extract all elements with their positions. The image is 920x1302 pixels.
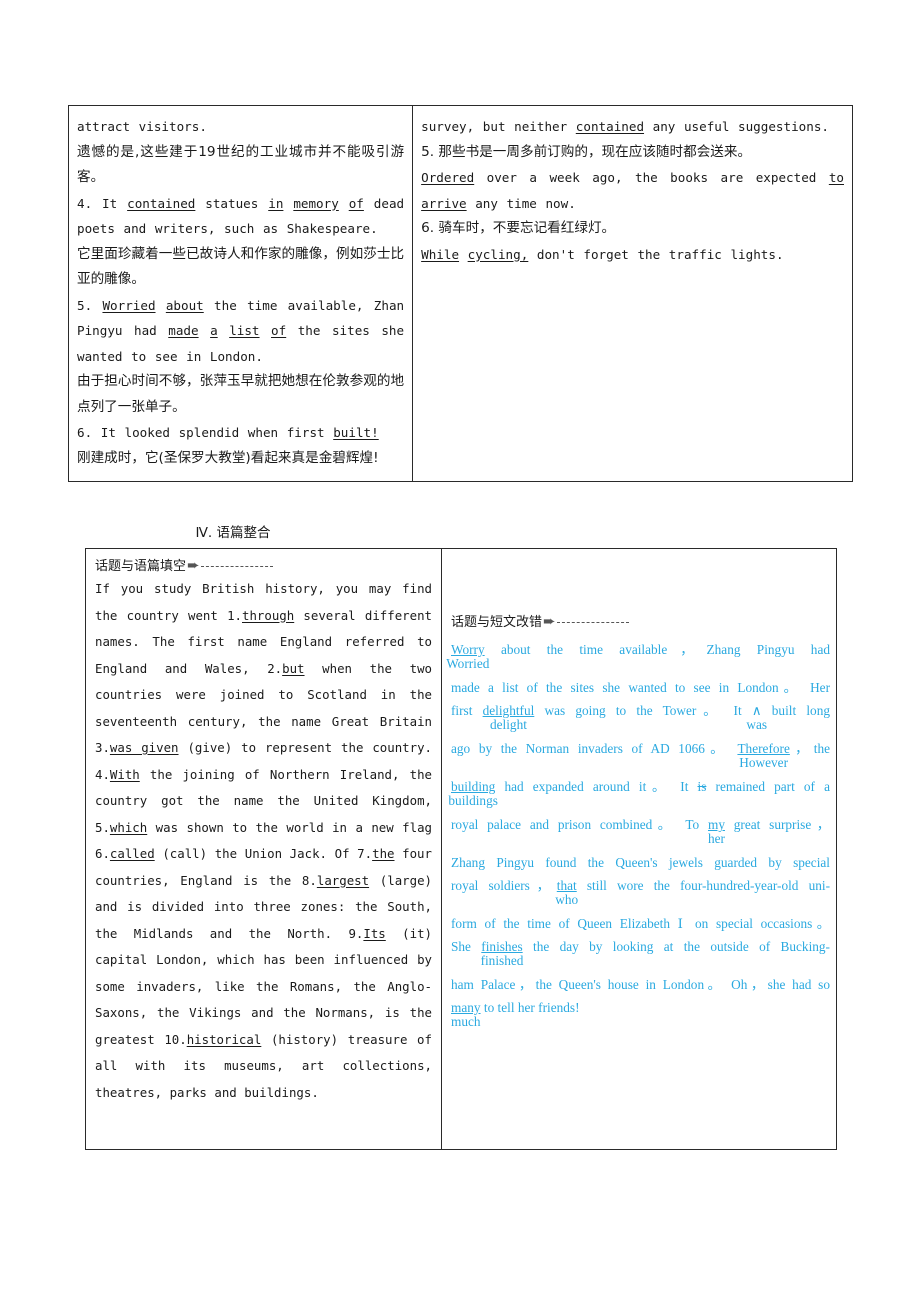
correction-text: first	[451, 703, 483, 718]
correction-mark: finishes finished	[481, 938, 524, 968]
answer-line-chinese: 6. 骑车时，不要忘记看红绿灯。	[421, 220, 616, 236]
answer-line-chinese: 刚建成时，它(圣保罗大教堂)看起来真是金碧辉煌!	[77, 449, 379, 466]
section-heading: Ⅳ. 语篇整合	[195, 525, 271, 541]
answer-line-chinese: 5. 那些书是一周多前订购的，现在应该随时都会送来。	[421, 143, 752, 160]
answer-line-chinese: 由于担心时间不够，张萍玉早就把她想在伦敦参观的地点列了一张单子。	[77, 373, 405, 415]
answer-line: survey, but neither contained any useful…	[421, 119, 830, 134]
cloze-answer: called	[109, 846, 155, 861]
answer-line: While cycling, don't forget the traffic …	[421, 246, 784, 262]
translation-answer-table: attract visitors. 遗憾的是,这些建于19世纪的工业城市并不能吸…	[68, 105, 853, 482]
cloze-answer: through	[242, 607, 295, 623]
correction-cell: 话题与短文改错 ➨ Worry Worried about the time av…	[442, 549, 836, 1149]
heading-rule	[200, 566, 273, 567]
correction-text: the day by looking at the outside of Buc…	[522, 939, 830, 954]
correction-text: Zhang Pingyu found the Queen's jewels gu…	[451, 855, 830, 870]
translation-table-cell-left: attract visitors. 遗憾的是,这些建于19世纪的工业城市并不能吸…	[69, 106, 414, 481]
right-arrow-icon: ➨	[187, 556, 200, 574]
correction-line: royal palace and prison combined。 To my h…	[451, 816, 831, 846]
correction-text: She	[451, 939, 482, 954]
cloze-text: (it) capital London, which has been infl…	[95, 925, 432, 1047]
corrected-word: was	[746, 717, 768, 732]
cloze-passage: If you study British history, you may fi…	[95, 576, 432, 1106]
correction-line: many much to tell her friends!	[451, 999, 830, 1029]
corrected-word: who	[555, 892, 579, 907]
right-arrow-icon: ➨	[543, 612, 556, 630]
correction-mark: Therefore However	[737, 740, 789, 770]
corrected-word: finished	[480, 953, 524, 968]
correction-mark: building buildings	[448, 778, 498, 808]
correction-sub-row	[451, 801, 830, 816]
correction-mark: ∧ was	[746, 702, 767, 732]
answer-line-chinese: 它里面珍藏着一些已故诗人和作家的雕像，例如莎士比亚的雕像。	[77, 245, 405, 288]
corrected-word: buildings	[448, 793, 498, 808]
correction-line: She finishes finished the day by looking …	[451, 938, 830, 968]
correction-line: Zhang Pingyu found the Queen's jewels gu…	[451, 854, 830, 871]
correction-text: was going to the Tower。 It	[534, 703, 752, 718]
cloze-answer: was given	[109, 740, 179, 755]
correction-text: to tell her friends!	[480, 1000, 580, 1015]
translation-table-cell-right: survey, but neither contained any useful…	[413, 106, 852, 481]
corrected-word: However	[739, 755, 789, 770]
integration-table: 话题与语篇填空 ➨ If you study British history, …	[85, 548, 837, 1150]
correction-text: royal palace and prison combined。 To	[451, 817, 708, 832]
answer-line: 4. It contained statues in memory of dea…	[77, 195, 405, 237]
cloze-answer: largest	[316, 872, 370, 888]
correction-text: great surprise，	[724, 817, 831, 832]
correction-line: ham Palace，the Queen's house in London。 …	[451, 976, 830, 993]
cloze-answer: historical	[186, 1031, 262, 1047]
correction-passage: Worry Worried about the time available，Zh…	[446, 641, 831, 1037]
correction-text: remained part of a	[706, 779, 831, 794]
answer-line: Ordered over a week ago, the books are e…	[421, 170, 844, 211]
corrected-word: Worried	[446, 656, 490, 671]
correction-heading-label: 话题与短文改错	[451, 615, 543, 630]
cloze-heading-label: 话题与语篇填空	[95, 559, 187, 574]
correction-text: built long	[761, 703, 830, 718]
correction-text: still wore the four-hundred-year-old uni…	[576, 878, 831, 893]
corrected-word: much	[450, 1014, 481, 1029]
cloze-answer: which	[109, 819, 148, 835]
correction-mark: that who	[555, 877, 578, 907]
correction-text: ago by the Norman invaders of AD 1066。	[451, 741, 738, 756]
correction-mark: Worry Worried	[446, 641, 489, 671]
correction-text: about the time available，Zhang Pingyu ha…	[484, 642, 830, 657]
correction-text: had expanded around it。 It	[495, 779, 698, 794]
cloze-cell: 话题与语篇填空 ➨ If you study British history, …	[86, 549, 442, 1149]
correction-text: ham Palace，the Queen's house in London。 …	[451, 977, 830, 992]
cloze-answer: Its	[363, 925, 386, 941]
correction-line: royal soldiers，that who still wore the fo…	[451, 877, 831, 907]
correction-sub-row	[451, 839, 830, 854]
correction-mark: delightful delight	[483, 702, 535, 732]
answer-line-chinese: 遗憾的是,这些建于19世纪的工业城市并不能吸引游客。	[77, 143, 405, 186]
correction-sub-row	[451, 900, 830, 915]
correction-mark: many much	[451, 999, 481, 1029]
correction-line: made a list of the sites she wanted to s…	[451, 679, 830, 696]
correction-text: ，the	[789, 741, 831, 756]
cloze-heading: 话题与语篇填空 ➨	[95, 555, 432, 574]
correction-mark: my her	[708, 816, 725, 846]
correction-line: ago by the Norman invaders of AD 1066。 T…	[451, 740, 831, 770]
correction-line: building buildings had expanded around it…	[448, 778, 831, 808]
cloze-text: (call) the Union Jack. Of 7.	[154, 846, 373, 861]
corrected-word: delight	[489, 717, 527, 732]
correction-heading: 话题与短文改错 ➨	[451, 611, 629, 630]
answer-line: 6. It looked splendid when first built!	[77, 425, 379, 440]
correction-sub-row	[451, 664, 830, 679]
correction-text: form of the time of Queen Elizabeth Ⅰ on…	[451, 916, 830, 931]
correction-line: first delightful delight was going to the…	[451, 702, 830, 732]
correction-line: form of the time of Queen Elizabeth Ⅰ on…	[451, 915, 830, 932]
cloze-answer: the	[372, 846, 395, 861]
heading-rule	[556, 622, 629, 623]
answer-line: attract visitors.	[77, 119, 207, 134]
correction-text: made a list of the sites she wanted to s…	[451, 680, 830, 695]
cloze-answer: but	[282, 660, 305, 676]
cloze-answer: With	[109, 766, 140, 782]
corrected-word: her	[707, 831, 725, 846]
correction-text: royal soldiers，	[451, 878, 557, 893]
answer-line: 5. Worried about the time available, Zha…	[77, 297, 405, 364]
correction-line: Worry Worried about the time available，Zh…	[446, 641, 830, 671]
correction-sub-row	[451, 1022, 830, 1037]
